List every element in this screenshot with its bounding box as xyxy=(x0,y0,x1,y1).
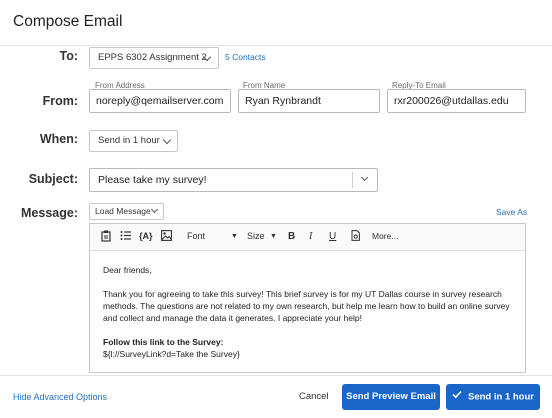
chevron-down-icon xyxy=(150,205,159,214)
source-icon[interactable] xyxy=(351,230,360,244)
chevron-down-icon xyxy=(162,135,172,145)
bold-button[interactable]: B xyxy=(288,231,295,242)
message-label: Message: xyxy=(21,206,78,220)
contacts-link[interactable]: 5 Contacts xyxy=(225,52,266,62)
from-address-field[interactable]: noreply@qemailserver.com xyxy=(89,89,231,113)
reply-to-field[interactable]: rxr200026@utdallas.edu xyxy=(387,89,526,113)
from-label: From: xyxy=(42,94,78,108)
size-select[interactable]: Size xyxy=(247,231,265,241)
to-select[interactable]: EPPS 6302 Assignment 2 xyxy=(89,47,219,69)
to-label: To: xyxy=(59,49,78,63)
underline-button[interactable]: U xyxy=(329,231,336,242)
piped-text-icon[interactable]: {A} xyxy=(139,231,153,241)
message-greeting: Dear friends, xyxy=(103,265,152,275)
paste-icon[interactable] xyxy=(101,230,111,245)
caret-down-icon[interactable]: ▼ xyxy=(270,233,277,240)
italic-button[interactable]: I xyxy=(309,231,312,242)
when-select-value: Send in 1 hour xyxy=(98,135,160,146)
dialog-title: Compose Email xyxy=(13,13,123,30)
hide-advanced-options-link[interactable]: Hide Advanced Options xyxy=(13,392,107,402)
send-button-label: Send in 1 hour xyxy=(468,391,534,403)
follow-heading: Follow this link to the Survey: xyxy=(103,337,224,347)
load-message-label: Load Message xyxy=(95,206,151,216)
from-name-field[interactable]: Ryan Rynbrandt xyxy=(238,89,380,113)
checkmark-icon xyxy=(452,384,462,410)
bulleted-list-icon[interactable] xyxy=(120,230,131,244)
when-select[interactable]: Send in 1 hour xyxy=(89,130,178,152)
message-body[interactable]: Dear friends, Thank you for agreeing to … xyxy=(103,264,518,360)
load-message-select[interactable]: Load Message xyxy=(89,203,164,220)
message-editor[interactable]: {A} Font ▼ Size ▼ B I U More... Dear fri… xyxy=(89,223,526,373)
divider xyxy=(352,172,353,188)
to-select-value: EPPS 6302 Assignment 2 xyxy=(98,52,207,63)
save-as-link[interactable]: Save As xyxy=(496,207,527,217)
send-button[interactable]: Send in 1 hour xyxy=(446,384,540,410)
font-label: Font xyxy=(187,231,206,241)
caret-down-icon[interactable]: ▼ xyxy=(231,233,238,240)
send-preview-email-button[interactable]: Send Preview Email xyxy=(342,384,440,410)
subject-field[interactable]: Please take my survey! xyxy=(89,168,378,192)
dialog-header: Compose Email xyxy=(0,0,552,46)
subject-value: Please take my survey! xyxy=(98,174,207,186)
editor-toolbar: {A} Font ▼ Size ▼ B I U More... xyxy=(90,224,525,251)
message-paragraph: Thank you for agreeing to take this surv… xyxy=(103,289,510,323)
size-label: Size xyxy=(247,231,265,241)
chevron-down-icon[interactable] xyxy=(360,173,369,182)
font-select[interactable]: Font xyxy=(187,231,205,241)
survey-link-text: ${l://SurveyLink?d=Take the Survey} xyxy=(103,349,240,359)
when-label: When: xyxy=(39,132,78,146)
dialog-footer: Hide Advanced Options Cancel Send Previe… xyxy=(0,375,552,418)
subject-label: Subject: xyxy=(28,172,78,186)
more-button[interactable]: More... xyxy=(372,231,398,241)
image-icon[interactable] xyxy=(161,230,172,244)
cancel-button[interactable]: Cancel xyxy=(299,391,329,402)
